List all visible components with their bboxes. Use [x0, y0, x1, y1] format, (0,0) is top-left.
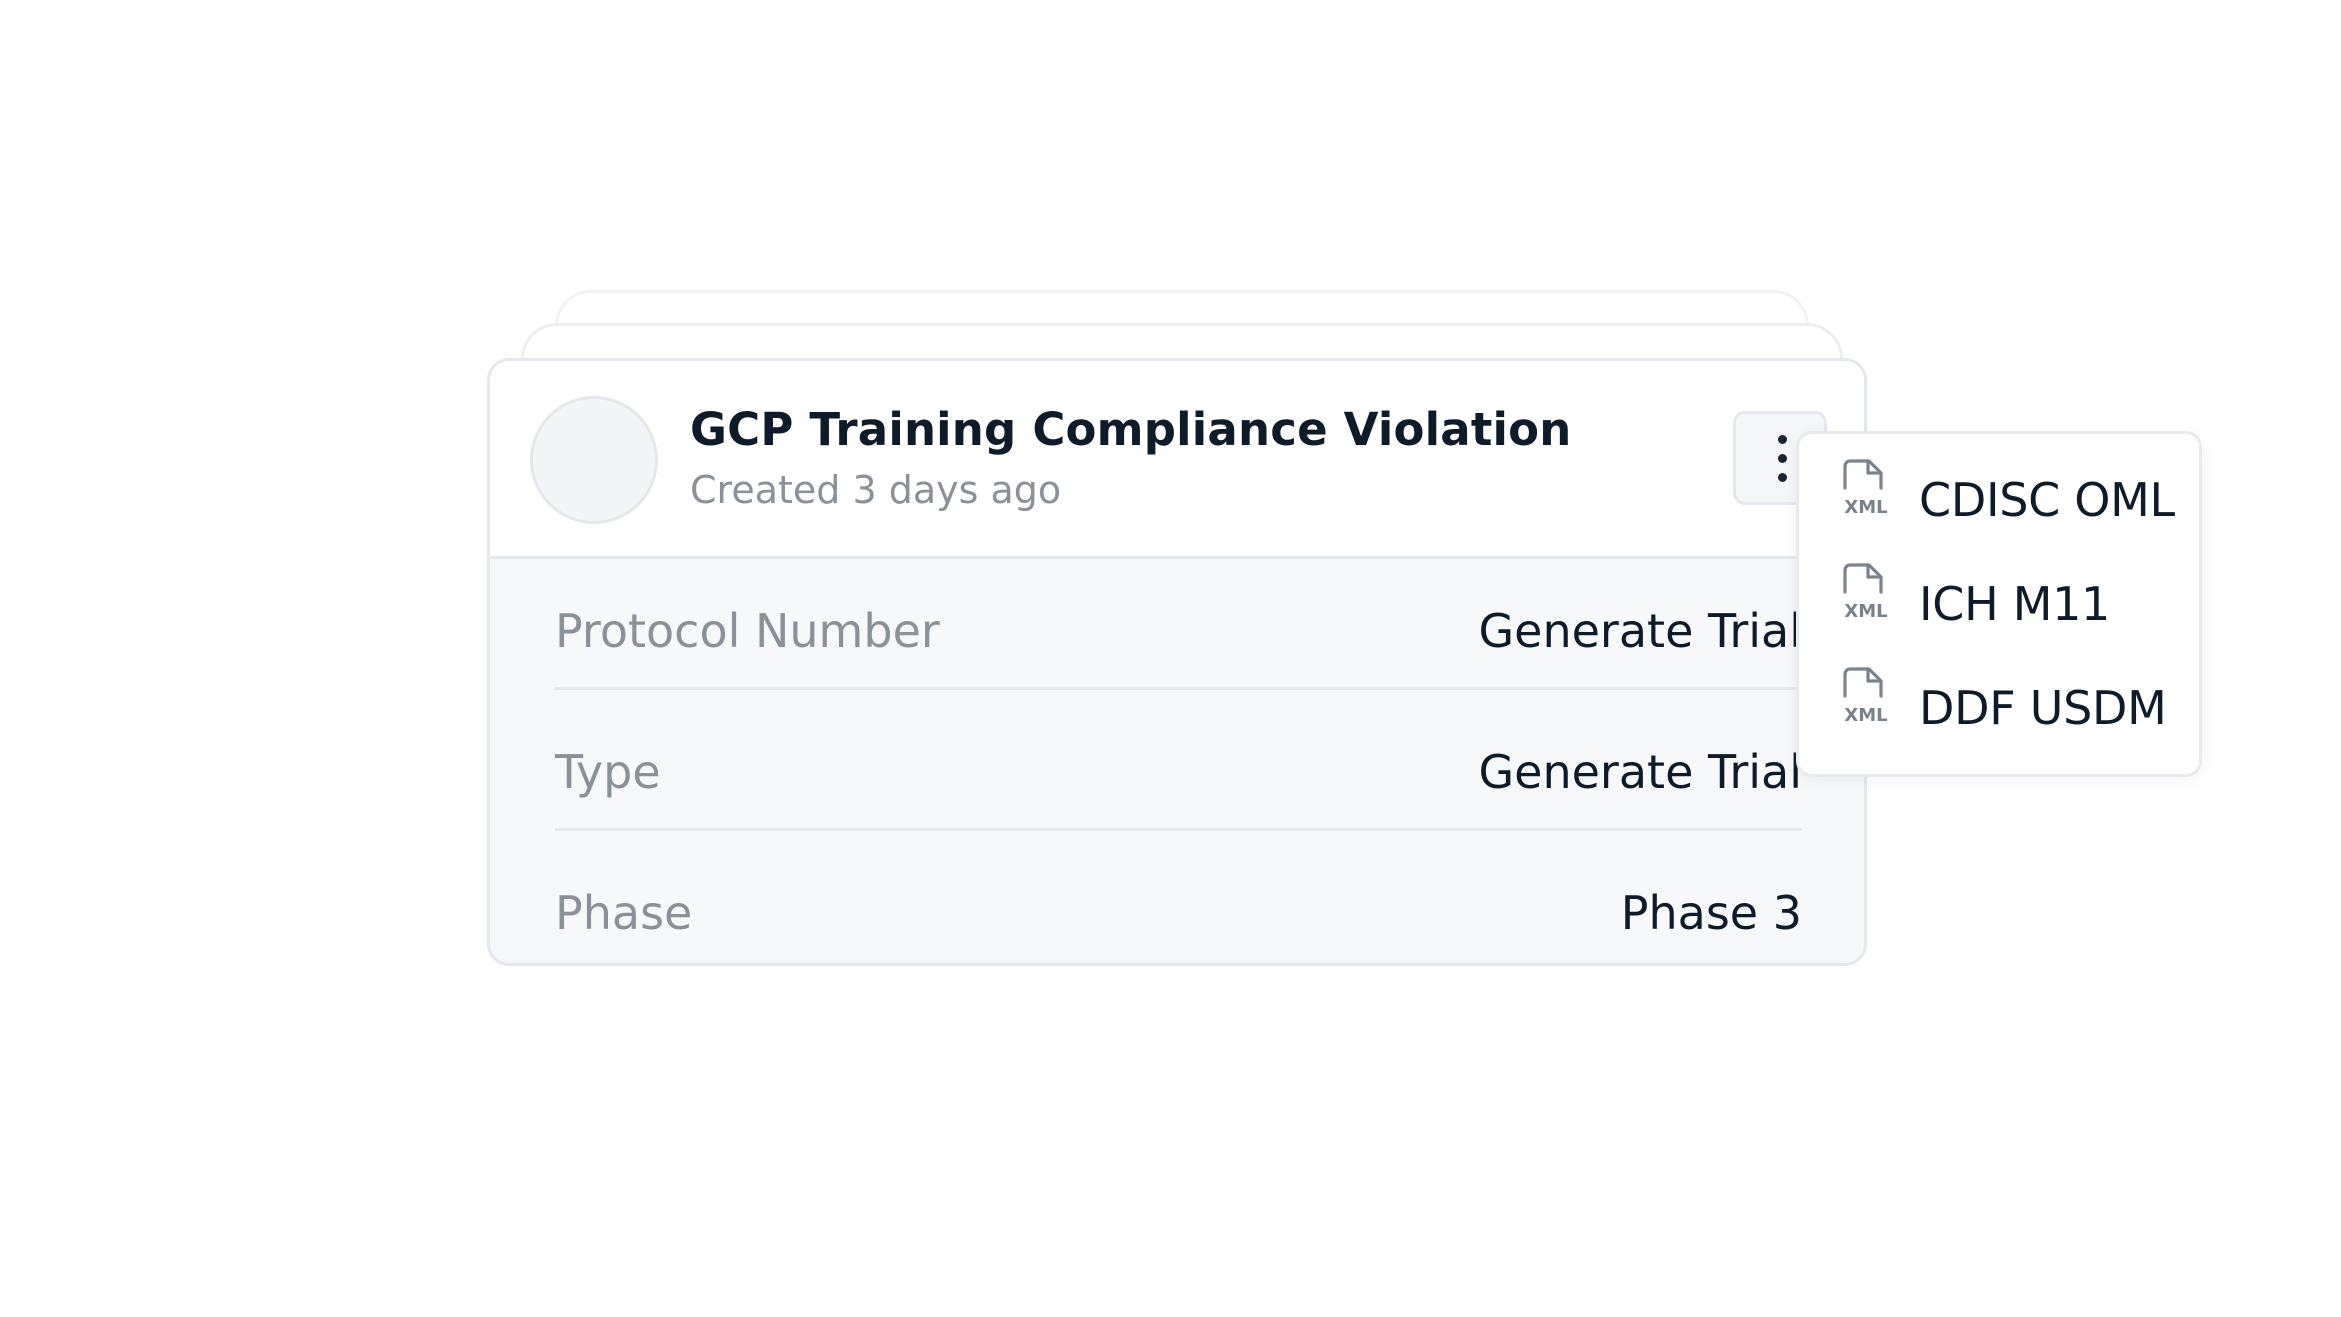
menu-item-label: DDF USDM — [1919, 681, 2167, 735]
detail-row-protocol-number: Protocol Number Generate Trial — [555, 561, 1802, 701]
divider — [555, 828, 1802, 831]
stage: GCP Training Compliance Violation Create… — [0, 0, 2341, 1317]
detail-row-type: Type Generate Trial — [555, 702, 1802, 842]
detail-value: Phase 3 — [1620, 886, 1802, 940]
detail-value: Generate Trial — [1478, 745, 1802, 799]
xml-icon-text: XML — [1844, 601, 1887, 620]
card-subtitle: Created 3 days ago — [690, 468, 1062, 512]
kebab-dot — [1778, 454, 1787, 463]
detail-label: Phase — [555, 886, 693, 940]
detail-value: Generate Trial — [1478, 604, 1802, 658]
xml-file-icon: XML — [1843, 667, 1888, 724]
card-title: GCP Training Compliance Violation — [690, 403, 1572, 456]
menu-item-label: ICH M11 — [1919, 577, 2111, 631]
menu-item-ich-m11[interactable]: XML ICH M11 — [1799, 538, 2199, 642]
avatar — [530, 396, 658, 524]
card-header: GCP Training Compliance Violation Create… — [490, 361, 1864, 559]
kebab-menu-icon — [1778, 435, 1787, 444]
export-format-menu: XML CDISC OML XML ICH M11 XML DDF USDM — [1796, 431, 2202, 777]
xml-file-icon: XML — [1843, 459, 1888, 516]
xml-file-icon: XML — [1843, 563, 1888, 620]
menu-item-label: CDISC OML — [1919, 473, 2175, 527]
menu-item-cdisc-oml[interactable]: XML CDISC OML — [1799, 434, 2199, 538]
divider — [555, 687, 1802, 690]
xml-icon-text: XML — [1844, 497, 1887, 516]
menu-item-ddf-usdm[interactable]: XML DDF USDM — [1799, 642, 2199, 746]
kebab-dot — [1778, 473, 1787, 482]
detail-label: Protocol Number — [555, 604, 940, 658]
record-card[interactable]: GCP Training Compliance Violation Create… — [487, 358, 1867, 966]
detail-row-phase: Phase Phase 3 — [555, 843, 1802, 963]
xml-icon-text: XML — [1844, 705, 1887, 724]
detail-label: Type — [555, 745, 661, 799]
